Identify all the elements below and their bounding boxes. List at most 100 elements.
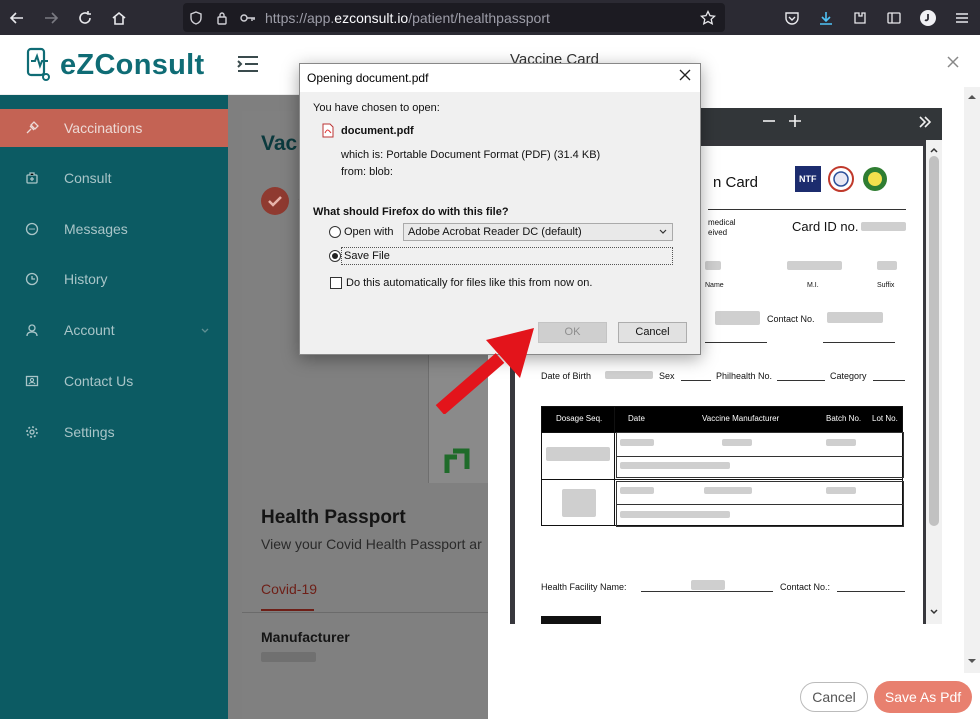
medkit-icon — [0, 171, 64, 185]
th-manufacturer: Vaccine Manufacturer — [702, 414, 780, 423]
app-logo[interactable]: eZConsult — [24, 47, 204, 83]
reload-icon[interactable] — [68, 0, 102, 35]
red-arrow-icon — [435, 328, 534, 415]
dosage-redacted — [562, 489, 596, 517]
sidebar-item-account[interactable]: Account — [0, 311, 228, 349]
rule-line — [705, 342, 767, 343]
check-circle-icon — [261, 187, 289, 215]
home-icon[interactable] — [102, 0, 136, 35]
rule-line — [823, 342, 895, 343]
card-id-label: Card ID no. — [792, 219, 859, 234]
annotation-arrow — [430, 322, 540, 419]
page-title: Vac — [261, 132, 298, 155]
download-icon[interactable] — [814, 6, 838, 30]
sidebar-toggle-icon[interactable] — [882, 6, 906, 30]
sidebar-item-label: Contact Us — [64, 373, 134, 389]
browser-toolbar: https://app.ezconsult.io/patient/healthp… — [0, 0, 980, 35]
zoom-out-icon[interactable] — [762, 114, 776, 133]
facility-label: Health Facility Name: — [541, 582, 627, 592]
scroll-up-icon[interactable] — [967, 89, 977, 107]
open-file-dialog: Opening document.pdf You have chosen to … — [299, 63, 701, 355]
shield-icon[interactable] — [183, 10, 209, 25]
contact-card-icon — [0, 374, 64, 388]
close-icon[interactable] — [679, 68, 691, 86]
dob-label: Date of Birth — [541, 371, 592, 381]
sidebar-item-label: Vaccinations — [64, 120, 143, 136]
lock-icon[interactable] — [209, 11, 235, 25]
chevron-down-icon — [658, 224, 668, 245]
cell-redacted — [704, 487, 752, 494]
sidebar: Vaccinations Consult Messages History Ac… — [0, 95, 228, 719]
menu-toggle-icon[interactable] — [237, 55, 259, 78]
open-with-label[interactable]: Open with — [344, 226, 394, 238]
card-text-medical: medical — [708, 218, 736, 227]
card-id-redacted — [861, 222, 906, 231]
card-title-partial: n Card — [713, 174, 759, 191]
close-icon[interactable] — [946, 53, 960, 74]
save-file-label[interactable]: Save File — [344, 250, 390, 262]
th-dosage: Dosage Seq. — [556, 414, 603, 423]
rule-line — [681, 380, 711, 381]
account-avatar-icon[interactable] — [916, 6, 940, 30]
gear-icon — [0, 425, 64, 439]
history-icon — [0, 272, 64, 286]
cancel-button[interactable]: Cancel — [800, 682, 868, 712]
th-date: Date — [628, 414, 645, 423]
sidebar-item-consult[interactable]: Consult — [0, 159, 228, 197]
cell-redacted — [722, 439, 752, 446]
mi-label: M.I. — [807, 282, 819, 289]
url-bar[interactable]: https://app.ezconsult.io/patient/healthp… — [183, 3, 725, 32]
sidebar-item-settings[interactable]: Settings — [0, 413, 228, 451]
user-icon — [0, 323, 64, 337]
scroll-down-icon[interactable] — [967, 653, 977, 671]
save-as-pdf-button[interactable]: Save As Pdf — [874, 681, 972, 713]
zoom-in-icon[interactable] — [788, 114, 802, 133]
save-file-focus — [341, 247, 673, 265]
auto-checkbox[interactable] — [330, 277, 342, 289]
cell-redacted — [620, 511, 730, 518]
url-text: https://app.ezconsult.io/patient/healthp… — [265, 9, 550, 26]
pdf-scroll-thumb[interactable] — [929, 156, 939, 526]
logo-text: eZConsult — [60, 48, 205, 81]
sidebar-item-history[interactable]: History — [0, 260, 228, 298]
key-icon[interactable] — [235, 11, 261, 25]
dosage-redacted — [546, 447, 610, 461]
stethoscope-logo-icon — [26, 47, 50, 81]
suffix-label: Suffix — [877, 282, 895, 289]
pdf-scrollbar[interactable] — [926, 140, 942, 624]
action-question: What should Firefox do with this file? — [313, 206, 509, 218]
rule-line — [708, 209, 906, 210]
auto-label[interactable]: Do this automatically for files like thi… — [346, 277, 592, 289]
ok-button[interactable]: OK — [538, 322, 607, 343]
manufacturer-value-redacted — [261, 652, 316, 662]
open-with-radio[interactable] — [329, 226, 341, 238]
table-rule — [542, 479, 902, 480]
sidebar-item-messages[interactable]: Messages — [0, 210, 228, 248]
save-file-radio[interactable] — [329, 250, 341, 262]
back-icon[interactable] — [0, 0, 34, 35]
suffix-redacted — [877, 261, 897, 270]
open-with-app: Adobe Acrobat Reader DC (default) — [408, 226, 582, 238]
file-name: document.pdf — [341, 125, 414, 137]
sidebar-item-contact-us[interactable]: Contact Us — [0, 362, 228, 400]
menu-icon[interactable] — [950, 6, 974, 30]
sidebar-item-vaccinations[interactable]: Vaccinations — [0, 109, 228, 147]
chat-icon — [0, 222, 64, 236]
bookmark-star-icon[interactable] — [695, 9, 721, 26]
scroll-down-icon[interactable] — [929, 604, 939, 622]
category-label: Category — [830, 371, 867, 381]
table-rule — [614, 407, 615, 525]
rule-line — [837, 591, 905, 592]
tab-covid-19[interactable]: Covid-19 — [261, 581, 317, 597]
open-with-select[interactable]: Adobe Acrobat Reader DC (default) — [403, 223, 673, 241]
sex-label: Sex — [659, 371, 675, 381]
panel-scrollbar[interactable] — [964, 87, 980, 673]
cell-redacted — [620, 439, 654, 446]
extensions-icon[interactable] — [848, 6, 872, 30]
dialog-cancel-button[interactable]: Cancel — [618, 322, 687, 343]
file-source: from: blob: — [341, 166, 393, 178]
double-chevron-right-icon[interactable] — [918, 115, 932, 134]
cell-redacted — [826, 487, 856, 494]
pocket-icon[interactable] — [780, 6, 804, 30]
forward-icon[interactable] — [34, 0, 68, 35]
